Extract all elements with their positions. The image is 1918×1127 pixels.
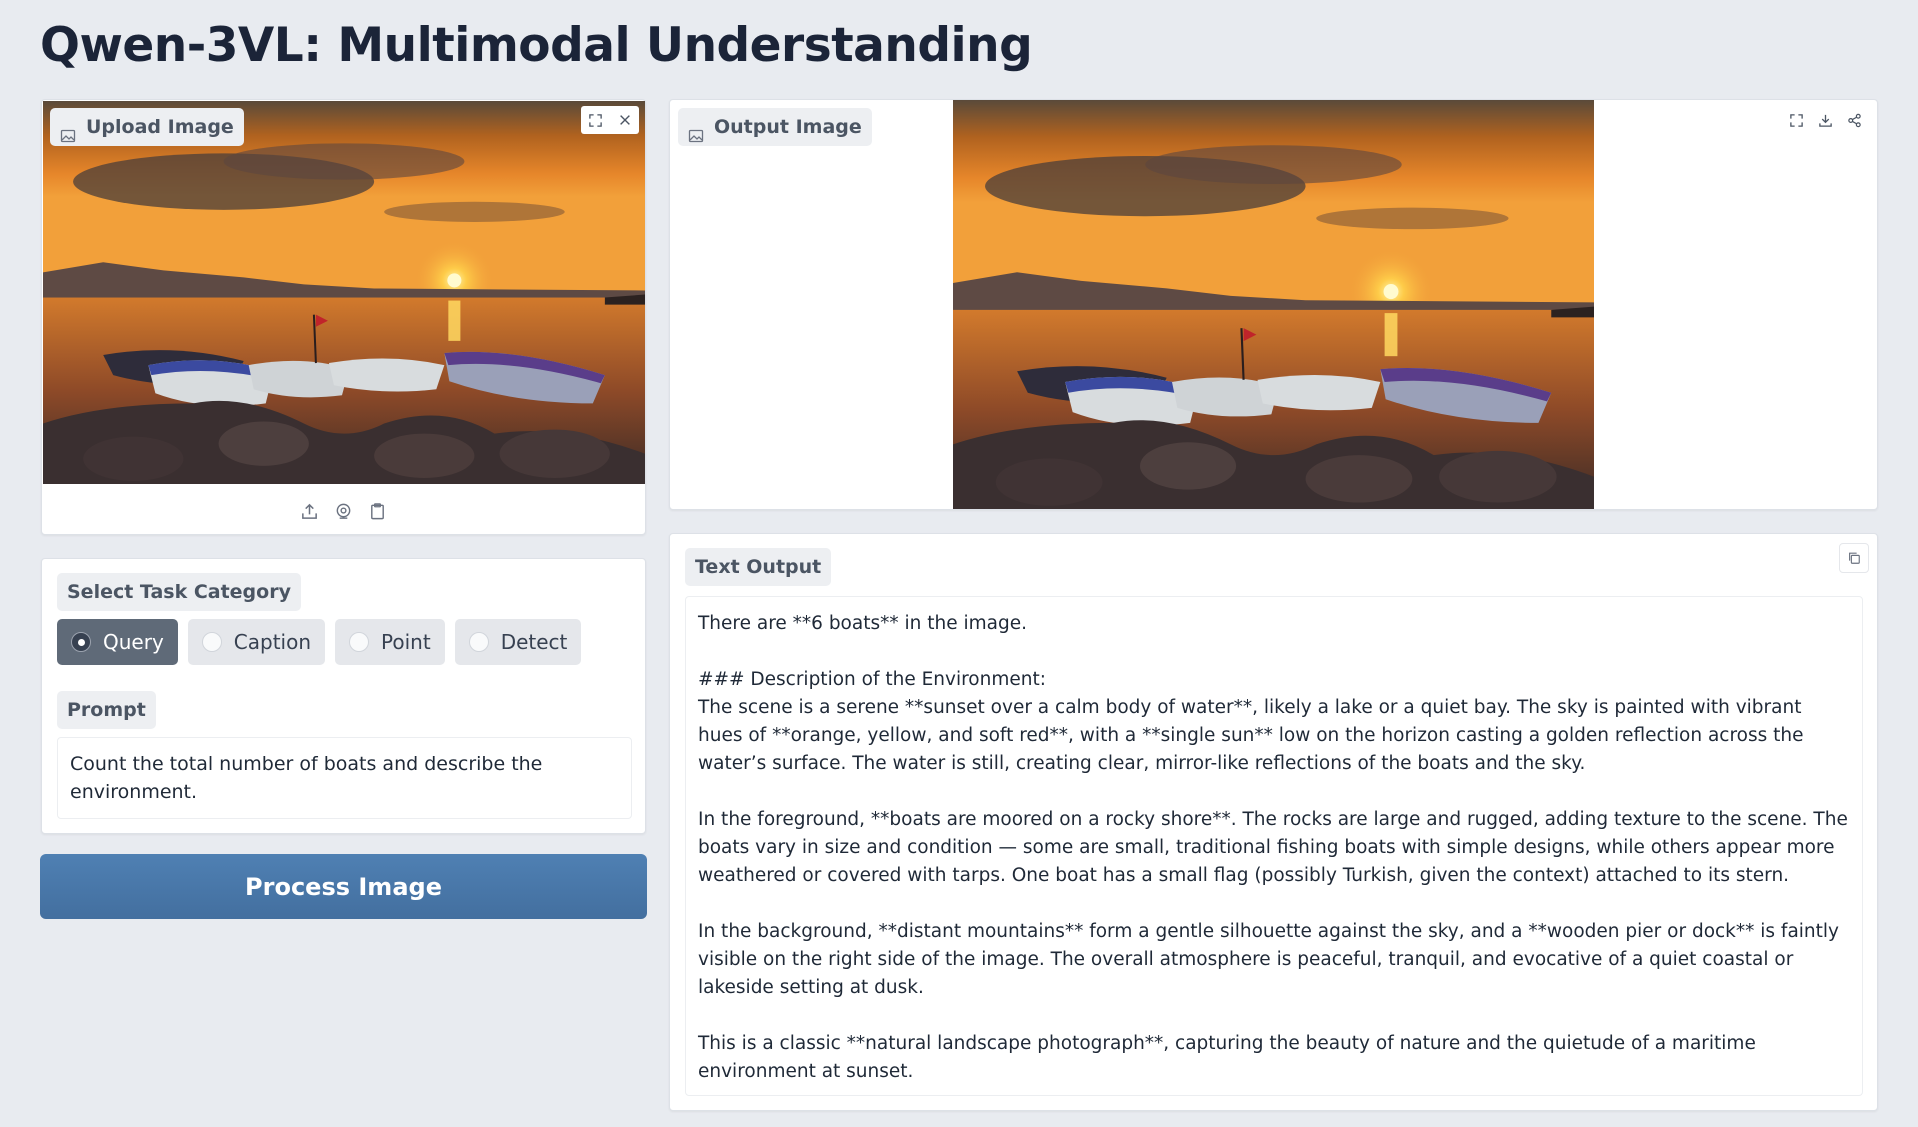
radio-unselected-icon [201,632,222,652]
prompt-textarea[interactable]: Count the total number of boats and desc… [57,737,632,819]
radio-selected-icon [71,632,91,652]
share-icon[interactable] [1840,106,1869,134]
text-output-label: Text Output [685,548,832,586]
output-image [953,100,1594,509]
image-icon [60,119,76,143]
upload-image-actions [581,106,639,134]
clipboard-icon[interactable] [368,501,388,521]
upload-image-label: Upload Image [50,108,244,146]
task-category-label: Select Task Category [57,573,301,611]
radio-query-label: Query [103,630,164,654]
webcam-icon[interactable] [334,501,354,521]
text-output-panel: Text Output There are **6 boats** in the… [669,533,1878,1111]
radio-query[interactable]: Query [57,619,178,665]
task-category-radio-group: Query Caption Point Detect [57,619,582,665]
output-image-actions [1782,106,1869,134]
prompt-label: Prompt [57,691,156,729]
radio-caption[interactable]: Caption [187,619,326,665]
output-image-label: Output Image [678,108,872,146]
page-title: Qwen-3VL: Multimodal Understanding [40,18,1033,73]
image-source-buttons [42,496,645,526]
radio-unselected-icon [468,632,489,652]
upload-image-label-text: Upload Image [86,116,234,138]
upload-image-panel[interactable]: Upload Image [41,99,646,535]
process-image-button[interactable]: Process Image [40,854,647,919]
image-icon [688,119,704,143]
copy-icon[interactable] [1839,543,1869,573]
fullscreen-icon[interactable] [581,106,610,134]
text-output-content[interactable]: There are **6 boats** in the image. ### … [685,596,1863,1096]
close-icon[interactable] [610,106,639,134]
fullscreen-icon[interactable] [1782,106,1811,134]
output-image-panel: Output Image [669,99,1878,510]
task-settings-panel: Select Task Category Query Caption Point… [41,558,646,834]
radio-detect[interactable]: Detect [454,619,582,665]
radio-caption-label: Caption [233,630,312,654]
radio-detect-label: Detect [500,630,568,654]
radio-unselected-icon [349,632,370,652]
output-image-label-text: Output Image [714,116,862,138]
radio-point[interactable]: Point [335,619,445,665]
upload-icon[interactable] [300,501,320,521]
uploaded-image [43,101,645,484]
download-icon[interactable] [1811,106,1840,134]
radio-point-label: Point [381,630,431,654]
